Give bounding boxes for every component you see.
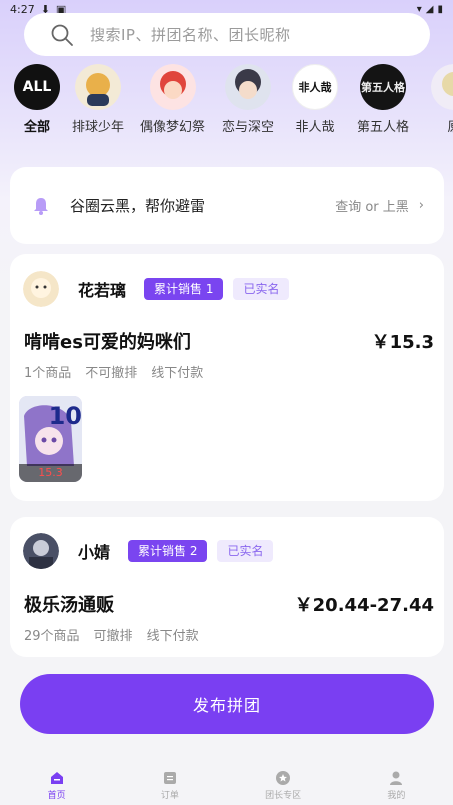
sales-badge: 累计销售 2: [128, 540, 208, 562]
category-genshin[interactable]: 原: [431, 64, 453, 135]
seller-name: 花若璃: [78, 281, 127, 300]
notice-link[interactable]: 查询 or 上黑 ›: [335, 196, 424, 215]
sales-badge: 累计销售 1: [144, 278, 224, 300]
search-icon: [51, 24, 73, 46]
status-time: 4:27: [10, 2, 35, 16]
group-title: 极乐汤通贩: [24, 595, 114, 616]
group-card[interactable]: 小婧 累计销售 2 已实名 极乐汤通贩 ￥20.44-27.44 29个商品 可…: [10, 517, 444, 657]
category-label: 偶像梦幻祭: [140, 120, 206, 135]
verified-badge: 已实名: [217, 540, 274, 562]
tab-leader-zone[interactable]: 团长专区: [238, 770, 328, 801]
category-label: 第五人格: [357, 120, 410, 135]
wifi-icon: ▾: [416, 3, 422, 15]
order-list-icon: [163, 771, 176, 784]
home-icon: [50, 771, 63, 784]
group-title: 啃啃es可爱的妈咪们: [24, 332, 191, 353]
meta-withdraw: 可撤排: [93, 629, 133, 644]
notice-link-label: 查询 or 上黑: [335, 200, 409, 215]
category-avatar: ALL: [14, 64, 60, 110]
tab-orders[interactable]: 订单: [125, 770, 215, 801]
category-all[interactable]: ALL 全部: [14, 64, 60, 135]
category-label: 原: [447, 116, 453, 135]
category-avatar: [431, 64, 453, 110]
category-identity-v[interactable]: 第五人格 第五人格: [357, 64, 409, 135]
category-ensemble-stars[interactable]: 偶像梦幻祭: [140, 64, 205, 135]
category-avatar: [149, 64, 196, 110]
meta-payment: 线下付款: [146, 629, 199, 644]
tab-label: 我的: [387, 790, 406, 801]
tab-label: 团长专区: [265, 790, 302, 801]
battery-icon: ▮: [437, 3, 443, 15]
notice-text: 谷圈云黑，帮你避雷: [70, 197, 206, 215]
bottom-tab-bar: 首页 订单 团长专区 我的: [0, 765, 453, 805]
tab-label: 订单: [160, 790, 179, 801]
avatar[interactable]: [23, 271, 59, 307]
star-icon: [276, 770, 291, 785]
group-price: ￥15.3: [371, 332, 434, 353]
group-card[interactable]: 花若璃 累计销售 1 已实名 啃啃es可爱的妈咪们 ￥15.3 1个商品 不可撤…: [10, 254, 444, 501]
publish-group-button[interactable]: 发布拼团: [20, 674, 434, 734]
avatar[interactable]: [23, 533, 59, 569]
verified-badge: 已实名: [233, 278, 290, 300]
chevron-right-icon: ›: [418, 198, 424, 213]
category-love-deepspace[interactable]: 恋与深空: [222, 64, 274, 135]
category-avatar: [225, 64, 271, 110]
group-price: ￥20.44-27.44: [294, 595, 434, 616]
category-avatar: 非人哉: [292, 64, 338, 110]
meta-item-count: 1个商品: [24, 366, 72, 381]
category-label: 非人哉: [295, 120, 335, 135]
category-label: 排球少年: [72, 120, 125, 135]
tab-mine[interactable]: 我的: [351, 770, 441, 801]
category-haikyuu[interactable]: 排球少年: [72, 64, 124, 135]
user-icon: [390, 771, 403, 785]
meta-payment: 线下付款: [151, 366, 204, 381]
seller-name: 小婧: [78, 543, 111, 562]
category-label: 全部: [23, 120, 50, 135]
bell-icon: [34, 197, 48, 215]
thumbnail-number: 10: [48, 402, 82, 430]
category-row: ALL 全部 排球少年 偶像梦幻祭 恋与深空 非人哉 非人哉 第五人格 第五人格…: [0, 64, 453, 142]
meta-withdraw: 不可撤排: [85, 366, 138, 381]
category-avatar: [75, 64, 121, 110]
signal-icon: ◢: [425, 3, 434, 15]
category-feirenzai[interactable]: 非人哉 非人哉: [292, 64, 338, 135]
thumbnail-price: 15.3: [19, 464, 82, 482]
product-thumbnail[interactable]: 10 15.3: [19, 396, 82, 482]
tab-home[interactable]: 首页: [12, 770, 102, 801]
blacklist-notice-card[interactable]: 谷圈云黑，帮你避雷 查询 or 上黑 ›: [10, 167, 444, 244]
search-bar[interactable]: 搜索IP、拼团名称、团长昵称: [24, 13, 430, 56]
search-input[interactable]: 搜索IP、拼团名称、团长昵称: [90, 24, 290, 45]
category-label: 恋与深空: [222, 120, 275, 135]
tab-label: 首页: [47, 790, 66, 801]
category-avatar: 第五人格: [360, 64, 406, 110]
meta-item-count: 29个商品: [24, 629, 80, 644]
